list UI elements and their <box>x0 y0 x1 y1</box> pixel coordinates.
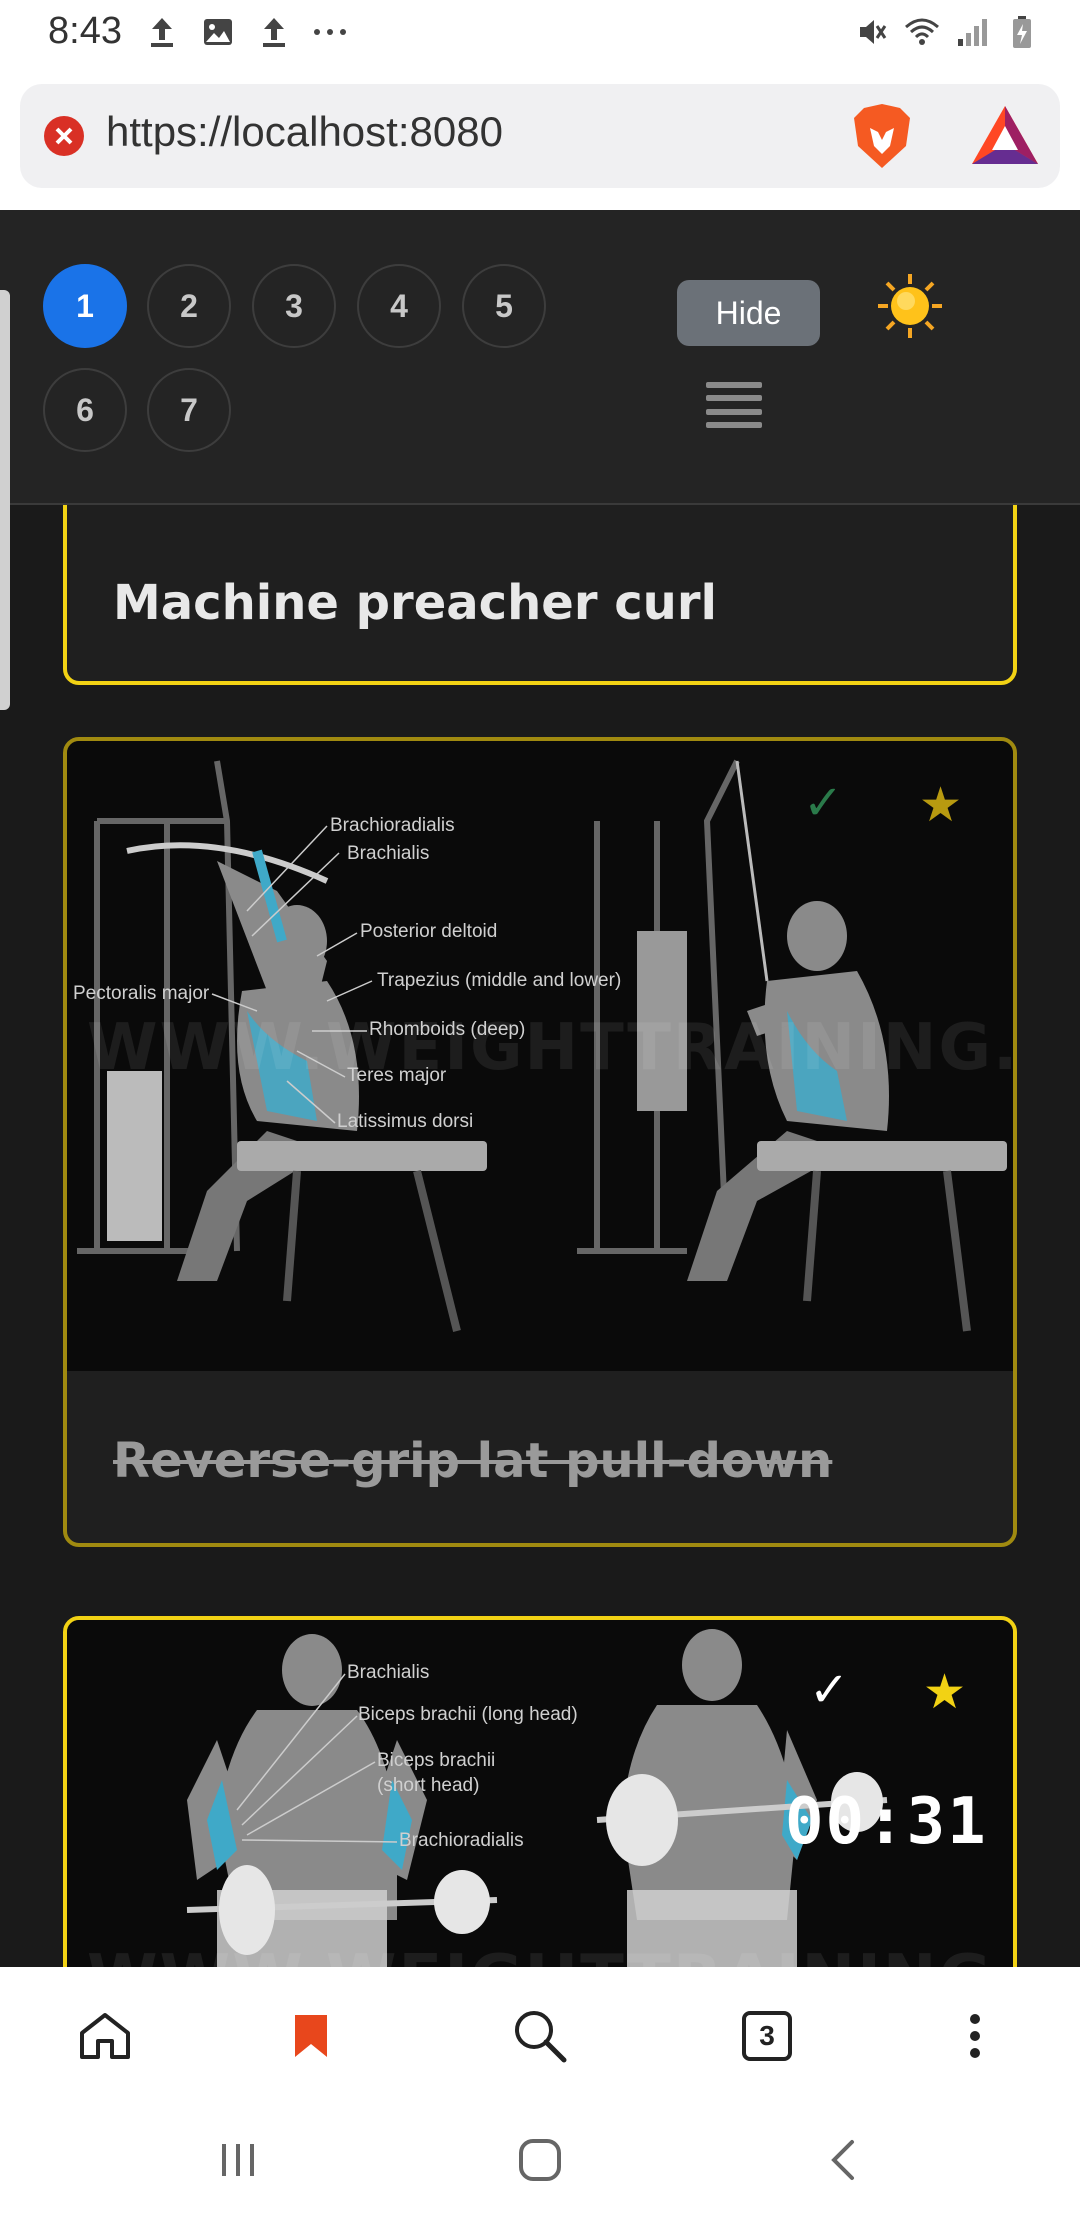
watermark: WWW.WEIGHTTRAINING.GUIDE <box>87 1011 1013 1085</box>
annotation-label: Brachioradialis <box>399 1830 524 1851</box>
hide-button[interactable]: Hide <box>677 280 820 346</box>
sun-icon[interactable] <box>876 272 944 340</box>
tabs-button[interactable]: 3 <box>732 2001 802 2071</box>
page-button-7[interactable]: 7 <box>147 368 231 452</box>
search-icon[interactable] <box>505 2001 575 2071</box>
annotation-label: Brachialis <box>347 843 430 864</box>
annotation-label: Biceps brachii <box>377 1750 496 1771</box>
page-button-1[interactable]: 1 <box>43 264 127 348</box>
annotation-label: Biceps brachii (long head) <box>358 1704 578 1725</box>
annotation-label: Teres major <box>347 1065 447 1086</box>
done-check-icon[interactable]: ✓ <box>803 775 843 831</box>
recent-apps-icon[interactable] <box>203 2130 273 2190</box>
annotation-label: Latissimus dorsi <box>337 1111 474 1132</box>
exercise-card[interactable]: Machine preacher curl <box>63 505 1017 685</box>
notification-icons <box>144 14 348 50</box>
exercise-illustration: WWW.WEIGHTTRAINING.GUIDE Brachioradialis… <box>67 741 1013 1371</box>
app-header: 1 2 3 4 5 6 7 Hide <box>0 210 1080 505</box>
exercise-list: Machine preacher curl WWW.WEIGHTTRAINING… <box>0 505 1080 1967</box>
exercise-illustration: WWW.WEIGHTTRAINING.GUIDE Brachialis Bice… <box>67 1620 1013 1967</box>
system-status-icons <box>854 14 1040 50</box>
hamburger-menu-icon[interactable] <box>706 382 762 428</box>
url-text[interactable]: https://localhost:8080 <box>106 108 503 156</box>
mute-icon <box>854 14 890 50</box>
bookmark-icon[interactable] <box>276 2001 346 2071</box>
exercise-timer[interactable]: 00:31 <box>785 1785 988 1859</box>
exercise-title: Machine preacher curl <box>113 575 717 631</box>
annotation-label: Posterior deltoid <box>360 921 498 942</box>
exercise-card[interactable]: WWW.WEIGHTTRAINING.GUIDE Brachialis Bice… <box>63 1616 1017 1967</box>
image-icon <box>200 14 236 50</box>
exercise-card[interactable]: WWW.WEIGHTTRAINING.GUIDE Brachioradialis… <box>63 737 1017 1547</box>
annotation-label: Rhomboids (deep) <box>369 1019 526 1040</box>
page-button-4[interactable]: 4 <box>357 264 441 348</box>
done-check-icon[interactable]: ✓ <box>809 1662 849 1718</box>
insecure-connection-icon[interactable] <box>44 116 84 156</box>
wifi-icon <box>904 14 940 50</box>
annotation-label: Brachioradialis <box>330 815 455 836</box>
brave-shields-icon[interactable] <box>850 102 914 170</box>
tab-count: 3 <box>742 2011 792 2061</box>
system-navigation-bar <box>0 2102 1080 2220</box>
more-menu-icon[interactable] <box>940 2001 1010 2071</box>
upload-icon <box>144 14 180 50</box>
page-button-3[interactable]: 3 <box>252 264 336 348</box>
favorite-star-icon[interactable]: ★ <box>923 1664 966 1720</box>
drawer-handle[interactable] <box>0 290 10 710</box>
battery-icon <box>1004 14 1040 50</box>
browser-address-row: https://localhost:8080 <box>0 70 1080 210</box>
annotation-label: Brachialis <box>347 1662 430 1683</box>
page-button-2[interactable]: 2 <box>147 264 231 348</box>
more-notifications-icon <box>312 14 348 50</box>
upload-icon <box>256 14 292 50</box>
favorite-star-icon[interactable]: ★ <box>919 777 962 833</box>
signal-icon <box>954 14 990 50</box>
brave-rewards-icon[interactable] <box>970 104 1040 166</box>
status-time: 8:43 <box>48 10 122 52</box>
home-icon[interactable] <box>70 2001 140 2071</box>
back-nav-icon[interactable] <box>808 2130 878 2190</box>
annotation-label: (short head) <box>377 1775 480 1796</box>
address-bar[interactable]: https://localhost:8080 <box>20 84 1060 188</box>
annotation-label: Trapezius (middle and lower) <box>377 970 622 991</box>
watermark: WWW.WEIGHTTRAINING.GUIDE <box>87 1942 1013 1967</box>
annotation-label: Pectoralis major <box>73 983 210 1004</box>
browser-bottom-toolbar: 3 <box>0 1967 1080 2102</box>
status-bar: 8:43 <box>0 0 1080 70</box>
exercise-title: Reverse-grip lat pull-down <box>113 1433 833 1489</box>
page-button-6[interactable]: 6 <box>43 368 127 452</box>
home-nav-icon[interactable] <box>505 2130 575 2190</box>
page-button-5[interactable]: 5 <box>462 264 546 348</box>
